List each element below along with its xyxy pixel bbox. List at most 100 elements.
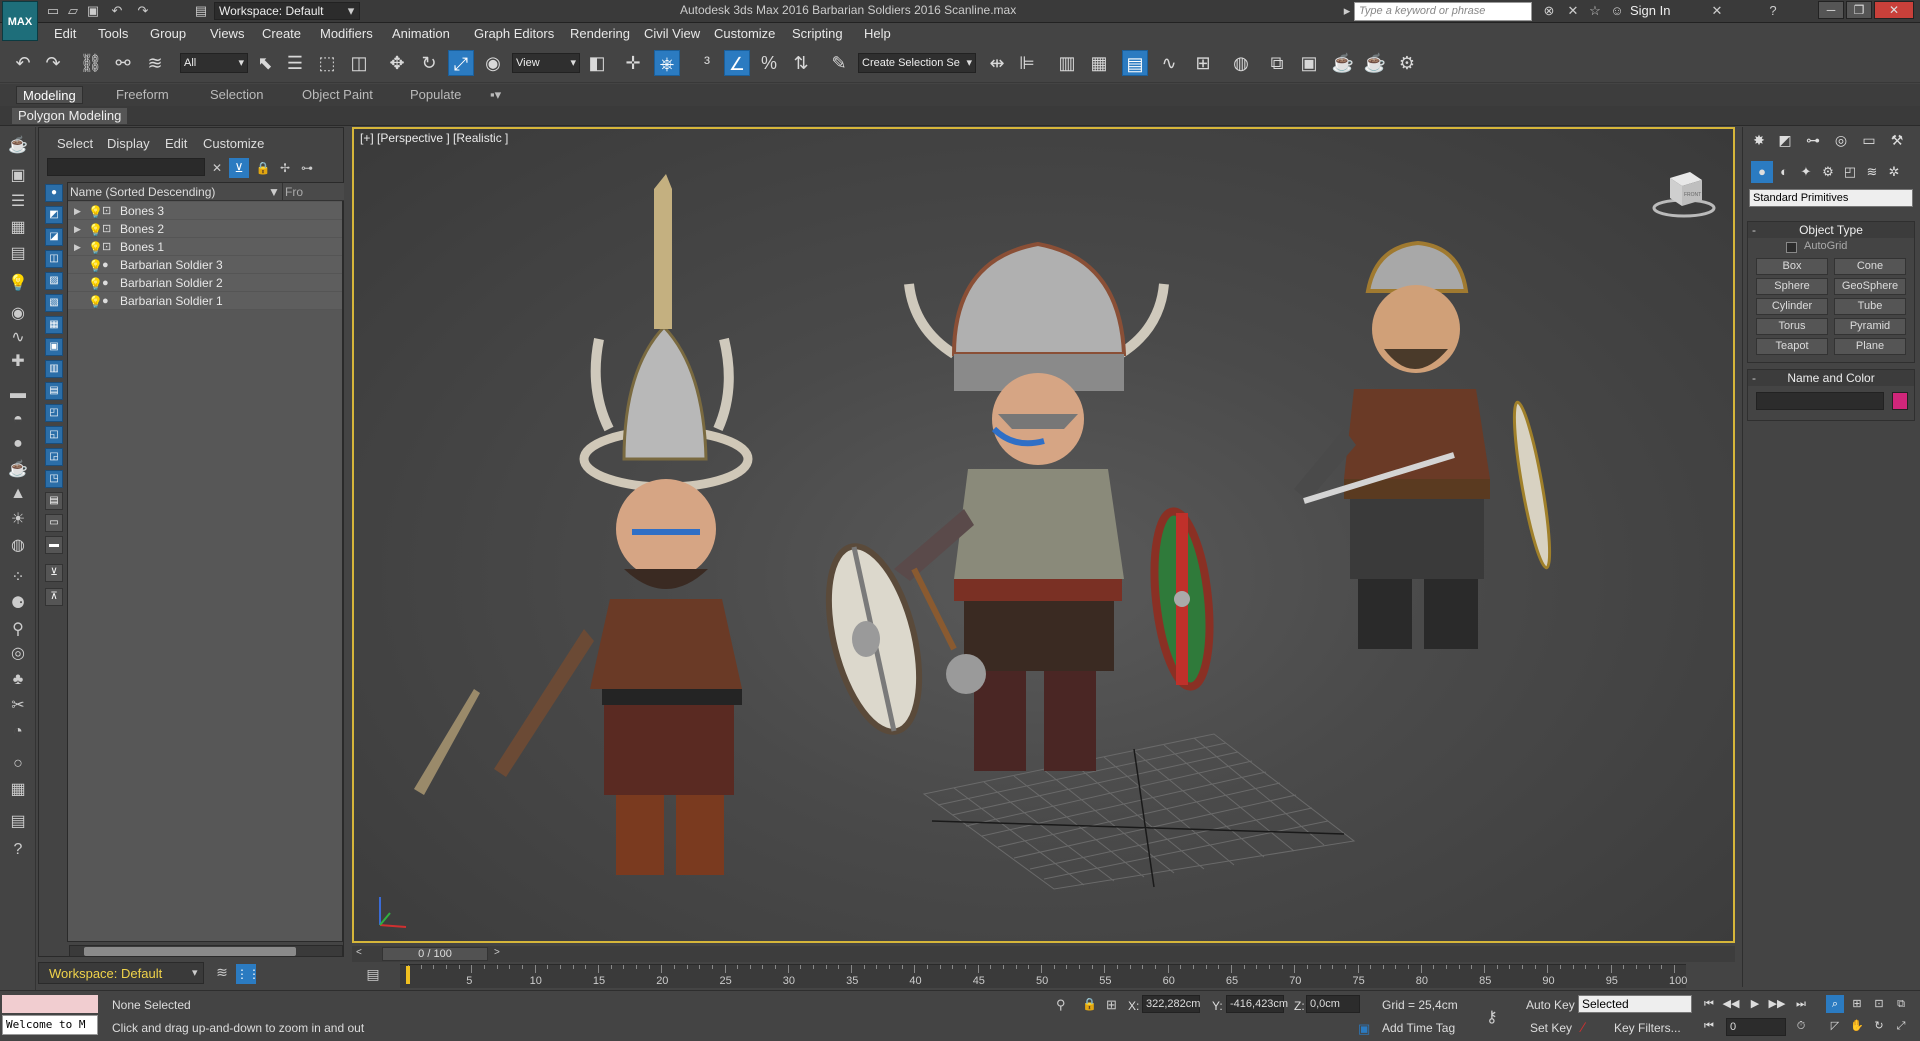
subscription-icon[interactable]: ✕ — [1564, 3, 1582, 19]
select-object-icon[interactable]: ⬉ — [252, 50, 278, 76]
teapot-small-icon[interactable]: ☕ — [6, 459, 30, 481]
scale-icon[interactable]: ⤢ — [448, 50, 474, 76]
viewcube[interactable]: FRONT — [1644, 164, 1724, 224]
tab-populate[interactable]: Populate — [404, 86, 467, 104]
cameras-category-icon[interactable]: ⚙ — [1817, 161, 1839, 183]
ribbon-options-icon[interactable]: ▪▾ — [484, 86, 507, 104]
utility-icon[interactable]: ▤ — [6, 811, 30, 833]
menu-animation[interactable]: Animation — [392, 26, 450, 41]
undo-icon[interactable]: ↶ — [108, 3, 126, 19]
teapot-icon[interactable]: ☕ — [6, 135, 30, 157]
unlink-icon[interactable]: ⚯ — [110, 50, 136, 76]
funnel-icon[interactable]: ⊻ — [45, 564, 63, 582]
clear-search-icon[interactable]: ✕ — [207, 158, 227, 178]
ref-coord-dropdown[interactable]: View — [512, 53, 580, 73]
help-circle-icon[interactable]: ? — [6, 839, 30, 861]
hemisphere-icon[interactable]: ◓ — [6, 409, 30, 431]
lightbulb-icon[interactable]: 💡 — [88, 203, 103, 221]
render-production-icon[interactable]: ☕ — [1330, 50, 1356, 76]
render-icon[interactable]: ▣ — [6, 165, 30, 187]
hair-icon[interactable]: ✂ — [6, 695, 30, 717]
explorer-row[interactable]: 💡 ● Barbarian Soldier 2 — [68, 274, 342, 292]
play-icon[interactable]: ▶ — [1746, 995, 1764, 1013]
a360-render-icon[interactable]: ⚙ — [1394, 50, 1420, 76]
layers-icon[interactable]: ▤ — [6, 243, 30, 265]
pan-icon[interactable]: ✋ — [1848, 1017, 1866, 1035]
barbarian-soldier-2[interactable] — [894, 241, 1217, 771]
column-frozen-header[interactable]: Fro — [282, 183, 303, 201]
menu-civil-view[interactable]: Civil View — [644, 26, 700, 41]
sign-in-link[interactable]: Sign In — [1630, 3, 1670, 18]
open-mini-curve-editor-icon[interactable]: ▤ — [362, 966, 384, 986]
zoom-extents-all-icon[interactable]: ⧉ — [1892, 995, 1910, 1013]
track-bar[interactable]: 5 10 15 20 25 30 35 40 45 50 55 60 65 70 75 80 85 90 95 100 — [400, 964, 1687, 988]
helper-icon[interactable]: ✚ — [6, 351, 30, 373]
app-logo[interactable]: MAX — [2, 1, 38, 41]
rect-selection-icon[interactable]: ⬚ — [314, 50, 340, 76]
motion-tab-icon[interactable]: ◎ — [1829, 129, 1853, 151]
lightbulb-icon[interactable]: 💡 — [88, 275, 103, 293]
zoom-extents-icon[interactable]: ⊡ — [1870, 995, 1888, 1013]
menu-graph-editors[interactable]: Graph Editors — [474, 26, 554, 41]
menu-rendering[interactable]: Rendering — [570, 26, 630, 41]
explorer-workspace-selector[interactable]: Workspace: Default — [38, 962, 204, 984]
column-name-header[interactable]: Name (Sorted Descending) — [70, 185, 215, 199]
open-file-icon[interactable]: ▱ — [64, 3, 82, 19]
sphere-white-icon[interactable]: ○ — [6, 753, 30, 775]
rendered-frame-icon[interactable]: ▣ — [1296, 50, 1322, 76]
set-key-button[interactable]: Set Key — [1530, 1021, 1572, 1035]
select-by-name-icon[interactable]: ☰ — [282, 50, 308, 76]
bind-space-warp-icon[interactable]: ≋ — [142, 50, 168, 76]
absolute-mode-icon[interactable]: ⊞ — [1106, 997, 1117, 1013]
filter-frozen-icon[interactable]: ◰ — [45, 404, 63, 422]
time-tag-icon[interactable]: ▣ — [1358, 1021, 1370, 1037]
create-tab-icon[interactable]: ✸ — [1747, 129, 1771, 151]
grass-icon[interactable]: ♣ — [6, 669, 30, 691]
filter-lights-icon[interactable]: ◪ — [45, 228, 63, 246]
tab-object-paint[interactable]: Object Paint — [296, 86, 379, 104]
exchange-close-icon[interactable]: ✕ — [1708, 3, 1726, 19]
globe-icon[interactable]: ◎ — [6, 643, 30, 665]
filter-hidden-icon[interactable]: ◱ — [45, 426, 63, 444]
display-influences-icon[interactable]: ▭ — [45, 514, 63, 532]
orbit-icon[interactable]: ↻ — [1870, 1017, 1888, 1035]
explorer-menu-customize[interactable]: Customize — [203, 136, 264, 151]
barbarian-soldier-1[interactable] — [414, 174, 936, 875]
goto-end-icon[interactable]: ⏭ — [1792, 995, 1810, 1013]
zoom-all-icon[interactable]: ⊞ — [1848, 995, 1866, 1013]
explorer-menu-display[interactable]: Display — [107, 136, 150, 151]
x-coord-field[interactable]: 322,282cm — [1142, 995, 1200, 1013]
scrollbar-thumb[interactable] — [84, 947, 296, 956]
tube-button[interactable]: Tube — [1834, 298, 1906, 315]
bone-icon[interactable]: ⚲ — [6, 619, 30, 641]
menu-views[interactable]: Views — [210, 26, 244, 41]
chevron-down-icon[interactable]: ▾ — [342, 3, 360, 19]
auto-key-button[interactable]: Auto Key — [1526, 998, 1575, 1012]
explorer-row[interactable]: ▶ 💡 ⊡ Bones 1 — [68, 238, 342, 256]
user-icon[interactable]: ☺ — [1608, 3, 1626, 19]
render-iterative-icon[interactable]: ☕ — [1362, 50, 1388, 76]
lightbulb-icon[interactable]: 💡 — [88, 239, 103, 257]
angle-snap-icon[interactable]: ∠ — [724, 50, 750, 76]
explorer-column-header[interactable]: Name (Sorted Descending) ▼ Fro — [68, 183, 344, 201]
expand-arrow-icon[interactable]: ▶ — [74, 202, 81, 220]
scene-explorer-toggle-icon[interactable]: ⋮⋮ — [236, 964, 260, 984]
binoculars-icon[interactable]: ⊗ — [1540, 3, 1558, 19]
maxscript-input[interactable]: Welcome to M — [2, 1015, 98, 1035]
filter-cameras-icon[interactable]: ◫ — [45, 250, 63, 268]
rotate-icon[interactable]: ↻ — [416, 50, 442, 76]
lock-icon[interactable]: 🔒 — [253, 158, 273, 178]
camera-icon[interactable]: ◉ — [6, 303, 30, 325]
filter-shapes-icon[interactable]: ◩ — [45, 206, 63, 224]
dynamics-icon[interactable]: ⚈ — [6, 593, 30, 615]
geosphere-button[interactable]: GeoSphere — [1834, 278, 1906, 295]
menu-customize[interactable]: Customize — [714, 26, 775, 41]
chevron-down-icon[interactable]: ▾ — [192, 966, 198, 979]
add-selection-icon[interactable]: ✢ — [275, 158, 295, 178]
y-coord-field[interactable]: -416,423cm — [1226, 995, 1288, 1013]
filter-xrefs-icon[interactable]: ▣ — [45, 338, 63, 356]
explorer-row[interactable]: ▶ 💡 ⊡ Bones 2 — [68, 220, 342, 238]
place-icon[interactable]: ◉ — [480, 50, 506, 76]
explorer-row[interactable]: 💡 ● Barbarian Soldier 3 — [68, 256, 342, 274]
layers-toggle-icon[interactable]: ≋ — [212, 964, 232, 984]
